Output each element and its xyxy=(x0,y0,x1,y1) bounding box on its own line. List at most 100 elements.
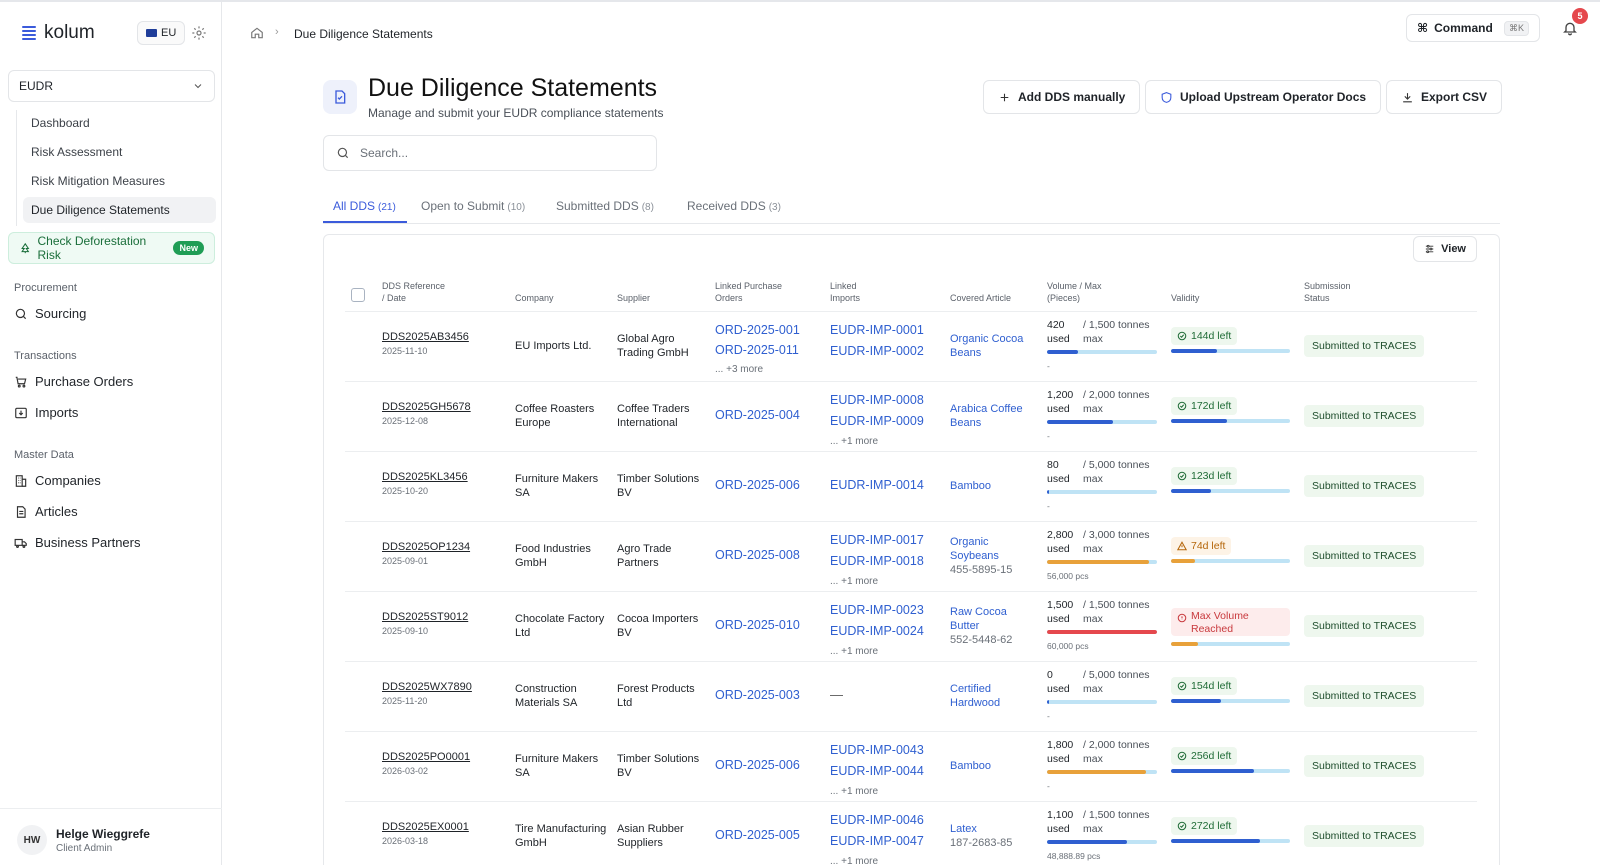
tab-submitted-dds[interactable]: Submitted DDS (8) xyxy=(556,199,654,213)
subnav-risk-mitigation[interactable]: Risk Mitigation Measures xyxy=(23,168,216,194)
nav-imports[interactable]: Imports xyxy=(14,405,78,420)
linked-po-link[interactable]: ORD-2025-004 xyxy=(715,408,800,422)
col-validity: Validity xyxy=(1171,293,1200,303)
export-csv-button[interactable]: Export CSV xyxy=(1386,80,1503,114)
article-link[interactable]: Organic Cocoa xyxy=(950,333,1023,345)
subnav-dashboard[interactable]: Dashboard xyxy=(23,110,216,136)
article-link[interactable]: Certified xyxy=(950,683,991,695)
check-deforestation-risk-button[interactable]: Check Deforestation Risk New xyxy=(8,232,215,264)
volume-used-value: 2,800 xyxy=(1047,529,1074,541)
search-box[interactable] xyxy=(323,135,657,171)
upload-upstream-docs-button[interactable]: Upload Upstream Operator Docs xyxy=(1145,80,1382,114)
linked-import-link[interactable]: EUDR-IMP-0008 xyxy=(830,393,924,407)
subnav-due-diligence[interactable]: Due Diligence Statements xyxy=(23,197,216,223)
linked-po-link[interactable]: ORD-2025-006 xyxy=(715,478,800,492)
dds-ref-link[interactable]: DDS2025PO0001 xyxy=(382,751,470,763)
linked-po-link[interactable]: ORD-2025-005 xyxy=(715,828,800,842)
linked-import-link[interactable]: EUDR-IMP-0017 xyxy=(830,533,924,547)
tab-open-to-submit[interactable]: Open to Submit (10) xyxy=(421,199,525,213)
linked-import-link[interactable]: EUDR-IMP-0024 xyxy=(830,624,924,638)
linked-po-link[interactable]: ORD-2025-006 xyxy=(715,758,800,772)
module-select-label: EUDR xyxy=(19,79,54,93)
tab-received-dds[interactable]: Received DDS (3) xyxy=(687,199,781,213)
volume-used-value: 1,100 xyxy=(1047,809,1074,821)
dds-ref-link[interactable]: DDS2025KL3456 xyxy=(382,471,468,483)
select-all-checkbox[interactable] xyxy=(351,288,365,302)
dds-ref-link[interactable]: DDS2025EX0001 xyxy=(382,821,469,833)
dds-ref-link[interactable]: DDS2025AB3456 xyxy=(382,331,469,343)
search-input[interactable] xyxy=(360,146,640,160)
article-link-line2[interactable]: Hardwood xyxy=(950,697,1000,709)
article-link[interactable]: Arabica Coffee xyxy=(950,403,1023,415)
company-cell: Furniture Makers SA xyxy=(515,752,598,780)
supplier-line1: Asian Rubber xyxy=(617,823,684,835)
article-link[interactable]: Bamboo xyxy=(950,760,991,772)
row-divider xyxy=(345,381,1477,382)
region-selector[interactable]: EU xyxy=(137,21,186,45)
view-options-button[interactable]: View xyxy=(1413,236,1477,262)
linked-po-link[interactable]: ORD-2025-008 xyxy=(715,548,800,562)
linked-import-link[interactable]: EUDR-IMP-0043 xyxy=(830,743,924,757)
gear-icon[interactable] xyxy=(191,25,207,41)
dds-ref-link[interactable]: DDS2025WX7890 xyxy=(382,681,472,693)
subnav-risk-assessment[interactable]: Risk Assessment xyxy=(23,139,216,165)
volume-used-value: 80 xyxy=(1047,459,1059,471)
linked-import-link[interactable]: EUDR-IMP-0044 xyxy=(830,764,924,778)
volume-cell: 80 / 5,000 tonnes used max xyxy=(1047,458,1150,486)
col-supplier: Supplier xyxy=(617,293,651,303)
nav-business-partners[interactable]: Business Partners xyxy=(14,535,141,550)
linked-import-link[interactable]: EUDR-IMP-0002 xyxy=(830,344,924,358)
validity-progress-fill xyxy=(1171,769,1255,773)
user-profile[interactable]: HW Helge Wieggrefe Client Admin xyxy=(0,808,222,865)
imports-more-link[interactable]: ... +1 more xyxy=(830,575,878,589)
tab-all-dds[interactable]: All DDS (21) xyxy=(333,199,396,213)
dds-ref-cell: DDS2025ST9012 2025-09-10 xyxy=(382,610,468,638)
imports-more-link[interactable]: ... +1 more xyxy=(830,645,878,659)
dds-ref-link[interactable]: DDS2025ST9012 xyxy=(382,611,468,623)
add-dds-button[interactable]: Add DDS manually xyxy=(983,80,1141,114)
linked-import-link[interactable]: EUDR-IMP-0047 xyxy=(830,834,924,848)
col-ref-line2: / Date xyxy=(382,293,407,303)
nav-sourcing[interactable]: Sourcing xyxy=(14,306,86,321)
nav-purchase-orders[interactable]: Purchase Orders xyxy=(14,374,133,389)
linked-po-link[interactable]: ORD-2025-001 xyxy=(715,323,800,337)
linked-po-link[interactable]: ORD-2025-011 xyxy=(715,343,799,357)
linked-po-link[interactable]: ORD-2025-003 xyxy=(715,688,800,702)
volume-pieces: 48,888.89 pcs xyxy=(1047,851,1101,861)
volume-cell: 420 / 1,500 tonnes used max xyxy=(1047,318,1150,346)
imports-more-link[interactable]: ... +1 more xyxy=(830,785,878,799)
brand[interactable]: kolum xyxy=(22,22,95,44)
linked-po-link[interactable]: ORD-2025-010 xyxy=(715,618,800,632)
linked-import-link[interactable]: EUDR-IMP-0023 xyxy=(830,603,924,617)
imports-more-link[interactable]: ... +1 more xyxy=(830,435,878,449)
home-icon[interactable] xyxy=(250,26,264,40)
linked-import-link[interactable]: EUDR-IMP-0014 xyxy=(830,478,924,492)
article-link-line2[interactable]: Butter xyxy=(950,620,979,632)
article-link-line2[interactable]: Beans xyxy=(950,347,981,359)
validity-progress-bar xyxy=(1171,349,1290,353)
article-link[interactable]: Raw Cocoa xyxy=(950,606,1007,618)
article-link[interactable]: Latex xyxy=(950,823,977,835)
linked-import-link[interactable]: EUDR-IMP-0018 xyxy=(830,554,924,568)
dds-ref-link[interactable]: DDS2025GH5678 xyxy=(382,401,471,413)
linked-import-link[interactable]: EUDR-IMP-0009 xyxy=(830,414,924,428)
article-link-line2[interactable]: Soybeans xyxy=(950,550,999,562)
article-link-line2[interactable]: Beans xyxy=(950,417,981,429)
po-more-link[interactable]: ... +3 more xyxy=(715,363,763,377)
tab-all-dds-count: (21) xyxy=(378,202,396,213)
volume-cell: 1,800 / 2,000 tonnes used max xyxy=(1047,738,1150,766)
article-link[interactable]: Bamboo xyxy=(950,480,991,492)
volume-max-label: max xyxy=(1083,473,1103,485)
linked-import-link[interactable]: EUDR-IMP-0001 xyxy=(830,323,924,337)
article-link[interactable]: Organic xyxy=(950,536,989,548)
command-palette-button[interactable]: ⌘ Command ⌘K xyxy=(1406,14,1540,42)
nav-companies[interactable]: Companies xyxy=(14,473,101,488)
nav-articles[interactable]: Articles xyxy=(14,504,78,519)
dds-ref-link[interactable]: DDS2025OP1234 xyxy=(382,541,470,553)
linked-import-link[interactable]: EUDR-IMP-0046 xyxy=(830,813,924,827)
company-cell: Food Industries GmbH xyxy=(515,542,591,570)
volume-max-value: / 5,000 tonnes xyxy=(1083,669,1150,681)
module-select[interactable]: EUDR xyxy=(8,70,215,102)
imports-more-link[interactable]: ... +1 more xyxy=(830,855,878,865)
supplier-line1: Forest Products xyxy=(617,683,695,695)
